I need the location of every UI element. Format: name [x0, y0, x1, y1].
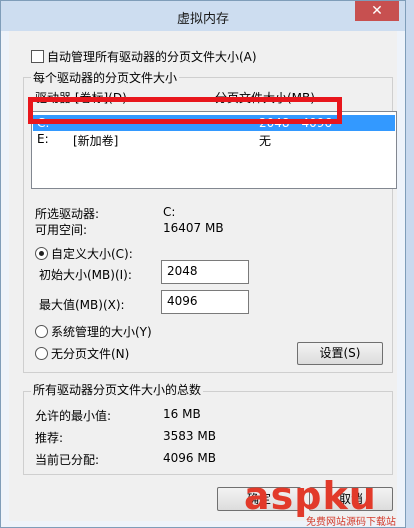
- max-size-input[interactable]: 4096: [161, 290, 249, 314]
- totals-group-title: 所有驱动器分页文件大小的总数: [31, 381, 204, 398]
- watermark-logo: aspku 免费网站源码下载站: [244, 474, 414, 528]
- annotation-highlight-box: [28, 97, 342, 124]
- drive-row-e[interactable]: E: [新加卷] 无: [33, 131, 395, 148]
- recommended-label: 推荐:: [35, 431, 64, 445]
- title-bar[interactable]: 虚拟内存 ✕: [1, 1, 405, 31]
- set-button[interactable]: 设置(S): [297, 342, 383, 365]
- watermark-subtitle: 免费网站源码下载站: [306, 517, 396, 528]
- drive-letter: E:: [37, 132, 49, 146]
- auto-manage-label[interactable]: 自动管理所有驱动器的分页文件大小(A): [47, 48, 257, 65]
- system-managed-label[interactable]: 系统管理的大小(Y): [51, 323, 152, 340]
- close-button[interactable]: ✕: [355, 1, 399, 21]
- initial-size-input[interactable]: 2048: [161, 260, 249, 284]
- initial-size-label: 初始大小(MB)(I):: [39, 268, 132, 282]
- custom-size-label[interactable]: 自定义大小(C):: [51, 245, 133, 262]
- max-size-label: 最大值(MB)(X):: [39, 298, 125, 312]
- watermark-brand: aspku: [244, 474, 377, 518]
- auto-manage-checkbox[interactable]: [31, 50, 44, 63]
- drive-paging-size: 无: [259, 134, 272, 148]
- custom-size-radio[interactable]: [35, 247, 48, 260]
- no-paging-radio[interactable]: [35, 347, 48, 360]
- recommended-value: 3583 MB: [163, 429, 216, 443]
- selected-drive-value: C:: [163, 205, 176, 219]
- current-allocated-value: 4096 MB: [163, 451, 216, 465]
- free-space-value: 16407 MB: [163, 221, 224, 235]
- current-allocated-label: 当前已分配:: [35, 453, 100, 467]
- min-allowed-value: 16 MB: [163, 407, 201, 421]
- no-paging-label[interactable]: 无分页文件(N): [51, 345, 129, 362]
- selected-drive-label: 所选驱动器:: [35, 207, 100, 221]
- free-space-label: 可用空间:: [35, 223, 88, 237]
- min-allowed-label: 允许的最小值:: [35, 409, 112, 423]
- system-managed-radio[interactable]: [35, 325, 48, 338]
- drive-volume-label: [新加卷]: [73, 134, 119, 148]
- virtual-memory-dialog: 虚拟内存 ✕ 自动管理所有驱动器的分页文件大小(A) 每个驱动器的分页文件大小 …: [0, 0, 406, 528]
- per-drive-group-title: 每个驱动器的分页文件大小: [31, 69, 180, 86]
- dialog-title: 虚拟内存: [176, 12, 229, 27]
